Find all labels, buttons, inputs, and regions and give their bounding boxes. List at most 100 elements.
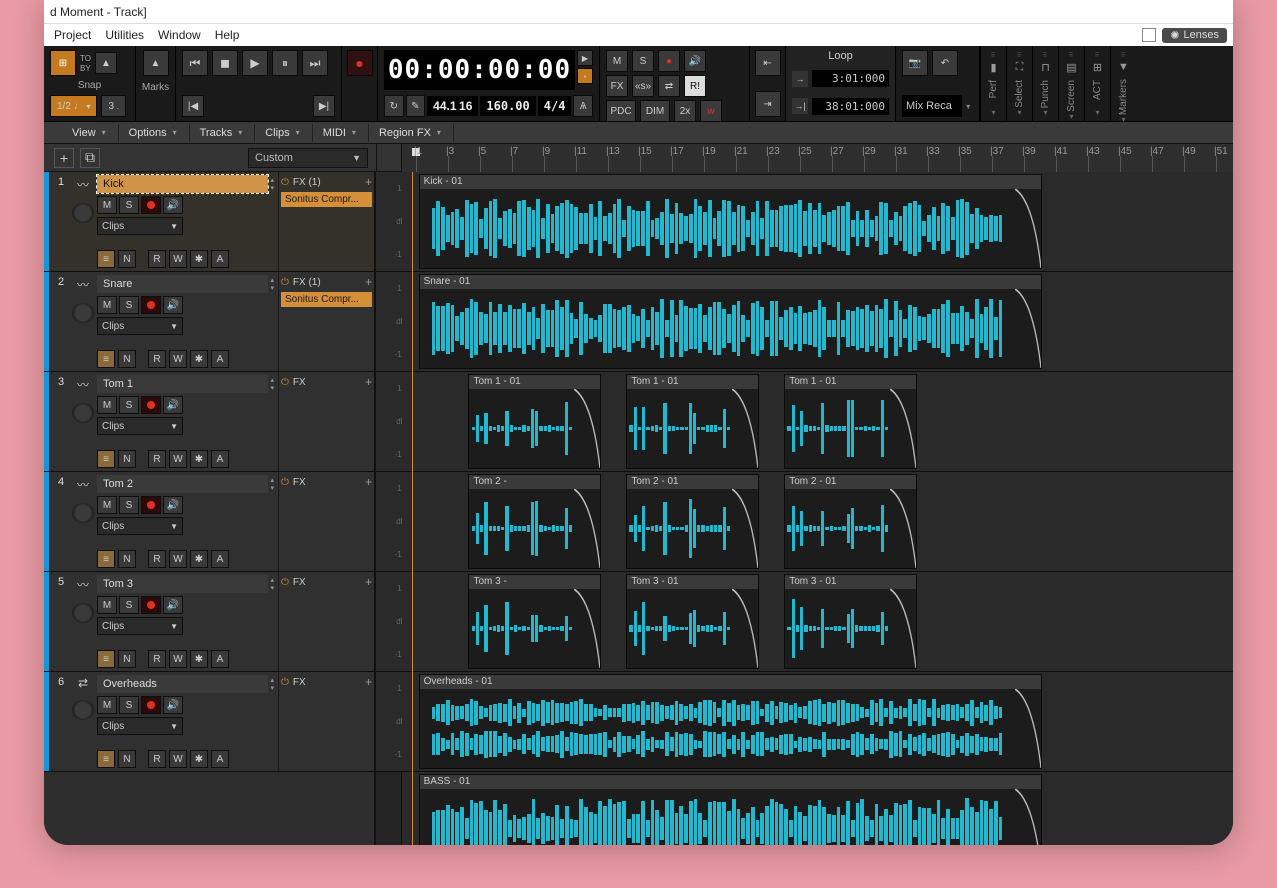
add-fx-button[interactable]: + <box>365 675 372 689</box>
toolbar-strip-markers[interactable]: ⠿ ▼ Markers ▾ <box>1110 46 1136 121</box>
waveform-toggle[interactable]: N <box>118 250 136 268</box>
input-echo-button[interactable]: 🔊 <box>163 196 183 214</box>
solo-button[interactable]: S <box>119 296 139 314</box>
fx-label[interactable]: FX <box>293 677 306 688</box>
arm-record-button[interactable] <box>141 396 161 414</box>
arm-record-button[interactable] <box>141 296 161 314</box>
toolbar-strip-act[interactable]: ⠿ ⊞ ACT ▾ <box>1084 46 1110 121</box>
add-track-button[interactable]: + <box>54 148 74 168</box>
viewbar-regionfx[interactable]: Region FX▾ <box>371 124 454 142</box>
viewbar-options[interactable]: Options▾ <box>121 124 190 142</box>
toolbar-strip-perf[interactable]: ⠿ ▮ Perf ▾ <box>980 46 1006 121</box>
solo-button[interactable]: S <box>119 396 139 414</box>
loop-in-time[interactable]: 3:01:000 <box>812 70 889 87</box>
marks-button[interactable]: ▲ <box>143 50 169 76</box>
loop-out-jump[interactable]: →| <box>792 98 808 114</box>
fade-out-handle[interactable] <box>1015 189 1041 268</box>
input-echo-button[interactable]: 🔊 <box>163 496 183 514</box>
track-header[interactable]: 6 ⇄ Overheads ▴▾ M S 🔊 Clips▼ <box>44 672 374 772</box>
samplerate-display[interactable]: 44.1 16 <box>427 96 478 116</box>
fx-power-icon[interactable]: ⏻ <box>281 177 289 188</box>
audio-clip[interactable]: Tom 3 - 01 <box>784 574 917 669</box>
timecode-mode-a[interactable]: ▶ <box>577 50 593 66</box>
waveform-toggle[interactable]: N <box>118 550 136 568</box>
audio-clip[interactable]: Tom 3 - 01 <box>626 574 759 669</box>
audio-clip[interactable]: Overheads - 01 <box>419 674 1042 769</box>
audio-clip[interactable]: Tom 3 - <box>468 574 601 669</box>
add-fx-button[interactable]: + <box>365 475 372 489</box>
input-echo-button[interactable]: 🔊 <box>163 396 183 414</box>
timecode-mode-b[interactable]: ◦ <box>577 68 593 84</box>
arm-record-button[interactable] <box>141 496 161 514</box>
fx-power-icon[interactable]: ⏻ <box>281 477 289 488</box>
mix-recall[interactable]: Mix Reca <box>902 95 962 117</box>
fx-power-icon[interactable]: ⏻ <box>281 277 289 288</box>
edit-filter-select[interactable]: Clips▼ <box>97 317 183 335</box>
expand-down-icon[interactable]: ▾ <box>270 184 274 192</box>
snapshot-button[interactable]: ✱ <box>190 750 208 768</box>
input-echo-button[interactable]: 🔊 <box>163 296 183 314</box>
toolbar-strip-select[interactable]: ⠿ ⛶ Select ▾ <box>1006 46 1032 121</box>
loop-in-jump[interactable]: → <box>792 71 808 87</box>
audio-clip[interactable]: BASS - 01 <box>419 774 1042 845</box>
fx-label[interactable]: FX (1) <box>293 277 321 288</box>
add-fx-button[interactable]: + <box>365 275 372 289</box>
mute-button[interactable]: M <box>97 196 117 214</box>
fade-out-handle[interactable] <box>574 589 600 668</box>
screenshot-button[interactable]: 📷 <box>902 50 928 76</box>
fade-out-handle[interactable] <box>890 389 916 468</box>
automation-lane-toggle[interactable]: ≡ <box>97 750 115 768</box>
expand-up-icon[interactable]: ▴ <box>270 476 274 484</box>
track-image[interactable] <box>72 303 94 323</box>
fade-out-handle[interactable] <box>890 589 916 668</box>
track-image[interactable] <box>72 700 94 720</box>
go-start-button[interactable]: |◀ <box>182 95 204 117</box>
go-end-button[interactable]: ▶| <box>313 95 335 117</box>
input-monitor[interactable]: 🔊 <box>684 50 706 72</box>
viewbar-tracks[interactable]: Tracks▾ <box>192 124 256 142</box>
fx-power-icon[interactable]: ⏻ <box>281 577 289 588</box>
track-name[interactable]: Tom 3 <box>97 575 268 593</box>
menu-help[interactable]: Help <box>215 28 240 42</box>
archive-button[interactable]: A <box>211 350 229 368</box>
metronome-button[interactable]: ✎ <box>406 95 426 117</box>
add-fx-button[interactable]: + <box>365 575 372 589</box>
timeline-lane[interactable]: Kick - 01 <box>402 172 1233 272</box>
dim-button[interactable]: DIM <box>640 100 670 122</box>
snapshot-button[interactable]: ✱ <box>190 450 208 468</box>
automation-lane-toggle[interactable]: ≡ <box>97 350 115 368</box>
solo-button[interactable]: S <box>119 596 139 614</box>
audio-clip[interactable]: Tom 2 - 01 <box>626 474 759 569</box>
expand-up-icon[interactable]: ▴ <box>270 176 274 184</box>
mute-all[interactable]: M <box>606 50 628 72</box>
archive-button[interactable]: A <box>211 450 229 468</box>
loop-icon-button[interactable]: ↻ <box>384 95 404 117</box>
track-image[interactable] <box>72 503 94 523</box>
fx-label[interactable]: FX <box>293 577 306 588</box>
add-fx-button[interactable]: + <box>365 375 372 389</box>
timeline-lane[interactable]: Tom 2 - Tom 2 - 01 Tom 2 - 01 <box>402 472 1233 572</box>
automation-lane-toggle[interactable]: ≡ <box>97 250 115 268</box>
input-echo-button[interactable]: 🔊 <box>163 696 183 714</box>
read-button[interactable]: R <box>148 250 166 268</box>
archive-button[interactable]: A <box>211 550 229 568</box>
expand-down-icon[interactable]: ▾ <box>270 384 274 392</box>
waveform-toggle[interactable]: N <box>118 650 136 668</box>
fade-out-handle[interactable] <box>1015 789 1041 845</box>
play-button[interactable]: ▶ <box>242 50 268 76</box>
landmark-value[interactable]: 3 . <box>101 95 126 117</box>
automation-lane-toggle[interactable]: ≡ <box>97 550 115 568</box>
edit-filter-select[interactable]: Clips▼ <box>97 717 183 735</box>
crossfade-button[interactable]: ⇄ <box>658 75 680 97</box>
waveform-toggle[interactable]: N <box>118 450 136 468</box>
fade-out-handle[interactable] <box>1015 689 1041 768</box>
timeline-lane[interactable]: Tom 1 - 01 Tom 1 - 01 Tom 1 - 01 <box>402 372 1233 472</box>
mute-button[interactable]: M <box>97 596 117 614</box>
tempo-display[interactable]: 160.00 <box>480 96 535 116</box>
track-name[interactable]: Tom 1 <box>97 375 268 393</box>
edit-filter-select[interactable]: Clips▼ <box>97 417 183 435</box>
track-name[interactable]: Tom 2 <box>97 475 268 493</box>
archive-button[interactable]: A <box>211 750 229 768</box>
extra-button[interactable]: Ѧ <box>573 95 593 117</box>
track-view-select[interactable]: Custom ▼ <box>248 148 368 168</box>
